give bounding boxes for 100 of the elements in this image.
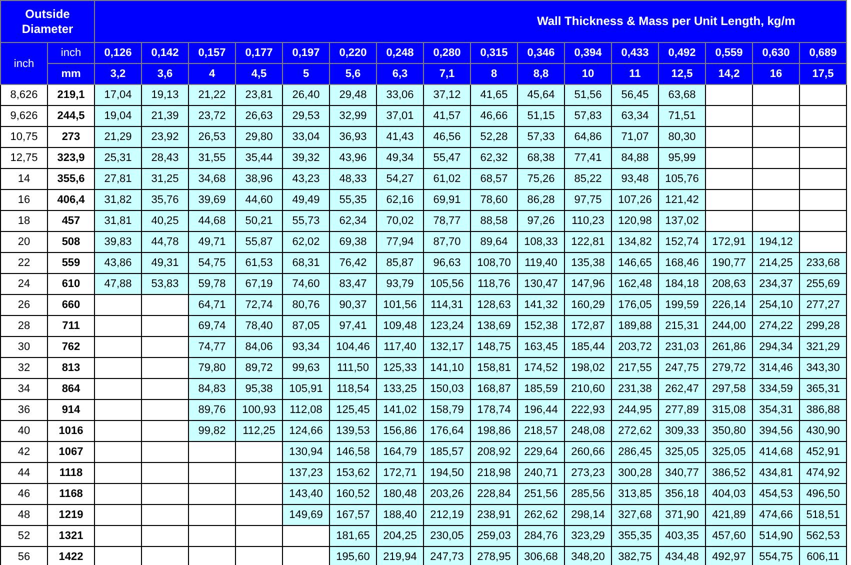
table-cell: 492,97 <box>706 546 752 565</box>
table-cell: 386,52 <box>706 462 752 484</box>
column-header: 4 <box>188 64 236 84</box>
table-cell: 76,42 <box>330 252 376 274</box>
table-cell: 93,79 <box>376 274 424 294</box>
table-cell: 141,32 <box>518 294 564 316</box>
column-header: 0,177 <box>236 42 282 64</box>
table-cell: 452,91 <box>800 442 847 462</box>
table-cell: 117,40 <box>376 336 424 358</box>
table-cell: 309,33 <box>658 420 706 442</box>
table-cell: 181,65 <box>330 526 376 546</box>
table-cell: 334,59 <box>752 378 800 400</box>
table-cell: 226,14 <box>706 294 752 316</box>
table-cell: 105,76 <box>658 168 706 190</box>
row-header: 44 <box>0 462 48 484</box>
table-cell: 238,91 <box>470 504 518 526</box>
column-header: 0,220 <box>330 42 376 64</box>
table-cell: 198,86 <box>470 420 518 442</box>
table-cell: 21,29 <box>94 126 142 148</box>
table-cell: 284,76 <box>518 526 564 546</box>
table-cell: 313,85 <box>612 484 658 504</box>
table-cell: 285,56 <box>564 484 612 504</box>
table-cell: 231,03 <box>658 336 706 358</box>
table-cell: 121,42 <box>658 190 706 210</box>
table-cell: 255,69 <box>800 274 847 294</box>
column-header: inch <box>48 42 94 64</box>
row-header: 32 <box>0 358 48 378</box>
table-cell: 101,56 <box>376 294 424 316</box>
table-cell: 39,32 <box>282 148 330 168</box>
table-cell: 36,93 <box>330 126 376 148</box>
table-cell: 300,28 <box>612 462 658 484</box>
table-cell: 298,14 <box>564 504 612 526</box>
table-cell: 185,59 <box>518 378 564 400</box>
table-cell: 67,19 <box>236 274 282 294</box>
table-cell: 218,57 <box>518 420 564 442</box>
table-cell: 35,44 <box>236 148 282 168</box>
table-cell: 148,75 <box>470 336 518 358</box>
table-cell: 247,73 <box>424 546 470 565</box>
row-header: 8,626 <box>0 84 48 106</box>
table-cell: 26,63 <box>236 106 282 126</box>
table-cell: 156,86 <box>376 420 424 442</box>
table-cell: 63,68 <box>658 84 706 106</box>
table-cell: 167,57 <box>330 504 376 526</box>
column-header: 0,630 <box>752 42 800 64</box>
table-cell: 69,74 <box>188 316 236 336</box>
table-cell: 93,48 <box>612 168 658 190</box>
table-cell: 89,76 <box>188 400 236 420</box>
column-header: Wall Thickness & Mass per Unit Length, kg/m <box>94 0 847 42</box>
table-cell: 19,13 <box>142 84 188 106</box>
table-cell: 104,46 <box>330 336 376 358</box>
table-cell: 68,31 <box>282 252 330 274</box>
row-header: 34 <box>0 378 48 400</box>
table-cell: 365,31 <box>800 378 847 400</box>
table-cell: 74,60 <box>282 274 330 294</box>
table-cell: 434,48 <box>658 546 706 565</box>
table-cell: 56,45 <box>612 84 658 106</box>
table-cell: 160,52 <box>330 484 376 504</box>
table-cell: 404,03 <box>706 484 752 504</box>
table-cell: 97,26 <box>518 210 564 232</box>
table-cell: 371,90 <box>658 504 706 526</box>
table-cell: 188,40 <box>376 504 424 526</box>
table-cell: 97,41 <box>330 316 376 336</box>
table-cell: 222,93 <box>564 400 612 420</box>
row-header: 52 <box>0 526 48 546</box>
table-cell: 74,77 <box>188 336 236 358</box>
table-cell: 99,82 <box>188 420 236 442</box>
table-cell: 59,78 <box>188 274 236 294</box>
column-header: 6,3 <box>376 64 424 84</box>
column-header: 17,5 <box>800 64 847 84</box>
table-cell: 354,31 <box>752 400 800 420</box>
column-header: 0,157 <box>188 42 236 64</box>
table-cell: 31,25 <box>142 168 188 190</box>
table-cell: 54,27 <box>376 168 424 190</box>
table-cell: 394,56 <box>752 420 800 442</box>
table-cell: 29,53 <box>282 106 330 126</box>
table-cell: 84,06 <box>236 336 282 358</box>
table-cell: 146,58 <box>330 442 376 462</box>
table-cell: 323,29 <box>564 526 612 546</box>
table-cell: 78,40 <box>236 316 282 336</box>
table-cell: 123,24 <box>424 316 470 336</box>
column-header: 16 <box>752 64 800 84</box>
table-cell: 29,80 <box>236 126 282 148</box>
table-cell: 158,81 <box>470 358 518 378</box>
table-cell: 114,31 <box>424 294 470 316</box>
table-cell: 21,39 <box>142 106 188 126</box>
column-header: 8 <box>470 64 518 84</box>
table-cell: 46,66 <box>470 106 518 126</box>
table-cell: 348,20 <box>564 546 612 565</box>
table-cell: 321,29 <box>800 336 847 358</box>
table-cell: 69,91 <box>424 190 470 210</box>
table-cell: 194,50 <box>424 462 470 484</box>
table-cell: 39,69 <box>188 190 236 210</box>
table-cell: 133,25 <box>376 378 424 400</box>
table-cell: 325,05 <box>706 442 752 462</box>
table-cell: 199,59 <box>658 294 706 316</box>
table-cell: 37,01 <box>376 106 424 126</box>
table-cell: 120,98 <box>612 210 658 232</box>
table-cell: 343,30 <box>800 358 847 378</box>
table-cell: 189,88 <box>612 316 658 336</box>
table-cell: 244,00 <box>706 316 752 336</box>
